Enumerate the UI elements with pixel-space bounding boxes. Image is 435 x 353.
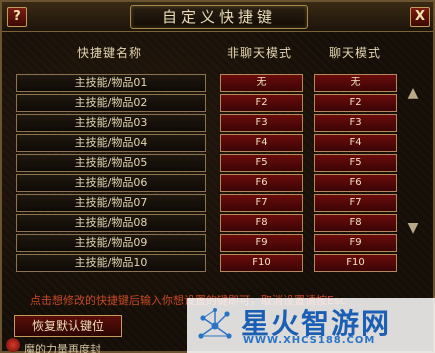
shortcut-name-cell: 主技能/物品10 <box>16 254 206 272</box>
shortcut-name-cell: 主技能/物品02 <box>16 94 206 112</box>
chat-key-cell[interactable]: F8 <box>314 214 397 232</box>
shortcut-name-cell: 主技能/物品05 <box>16 154 206 172</box>
non-chat-key-cell[interactable]: F8 <box>220 214 303 232</box>
chat-key-cell[interactable]: F9 <box>314 234 397 252</box>
close-button[interactable]: X <box>410 7 430 27</box>
restore-defaults-button[interactable]: 恢复默认键位 <box>14 315 122 337</box>
chat-key-cell[interactable]: F2 <box>314 94 397 112</box>
shortcut-name-cell: 主技能/物品04 <box>16 134 206 152</box>
site-watermark: 星火智游网 WWW.XHCS188.COM <box>187 298 435 353</box>
non-chat-key-cell[interactable]: F9 <box>220 234 303 252</box>
shortcut-name-cell: 主技能/物品08 <box>16 214 206 232</box>
non-chat-key-cell[interactable]: F5 <box>220 154 303 172</box>
chevron-up-icon: ▲ <box>407 85 419 101</box>
watermark-logo-icon <box>198 308 232 339</box>
chat-key-cell[interactable]: F6 <box>314 174 397 192</box>
shortcut-name-cell: 主技能/物品07 <box>16 194 206 212</box>
scroll-up-button[interactable]: ▲ <box>406 84 420 102</box>
shortcut-name-cell: 主技能/物品09 <box>16 234 206 252</box>
chat-key-cell[interactable]: 无 <box>314 74 397 92</box>
non-chat-key-cell[interactable]: F2 <box>220 94 303 112</box>
non-chat-key-cell[interactable]: F10 <box>220 254 303 272</box>
watermark-url: WWW.XHCS188.COM <box>243 335 376 346</box>
column-header-name: 快捷键名称 <box>77 46 143 60</box>
shortcut-settings-window: ? 自定义快捷键 X 快捷键名称 非聊天模式 聊天模式 主技能/物品01 无无主技… <box>0 0 435 353</box>
shortcut-name-cell: 主技能/物品06 <box>16 174 206 192</box>
chevron-down-icon: ▼ <box>407 220 419 236</box>
window-title: 自定义快捷键 <box>130 5 308 29</box>
non-chat-key-cell[interactable]: F3 <box>220 114 303 132</box>
non-chat-key-cell[interactable]: F6 <box>220 174 303 192</box>
title-bar[interactable]: ? 自定义快捷键 X <box>2 2 433 32</box>
chat-key-cell[interactable]: F3 <box>314 114 397 132</box>
shortcut-name-cell: 主技能/物品01 <box>16 74 206 92</box>
chat-key-cell[interactable]: F7 <box>314 194 397 212</box>
non-chat-key-cell[interactable]: 无 <box>220 74 303 92</box>
non-chat-key-cell[interactable]: F4 <box>220 134 303 152</box>
chat-key-cell[interactable]: F10 <box>314 254 397 272</box>
column-header-chat: 聊天模式 <box>329 46 382 60</box>
shortcut-name-cell: 主技能/物品03 <box>16 114 206 132</box>
scroll-down-button[interactable]: ▼ <box>406 219 420 237</box>
non-chat-key-cell[interactable]: F7 <box>220 194 303 212</box>
chat-line: 魔的力量再度封 <box>24 343 101 353</box>
column-header-non-chat: 非聊天模式 <box>227 46 293 60</box>
chat-orb-icon <box>6 338 20 352</box>
chat-key-cell[interactable]: F4 <box>314 134 397 152</box>
help-button[interactable]: ? <box>7 7 27 27</box>
chat-key-cell[interactable]: F5 <box>314 154 397 172</box>
